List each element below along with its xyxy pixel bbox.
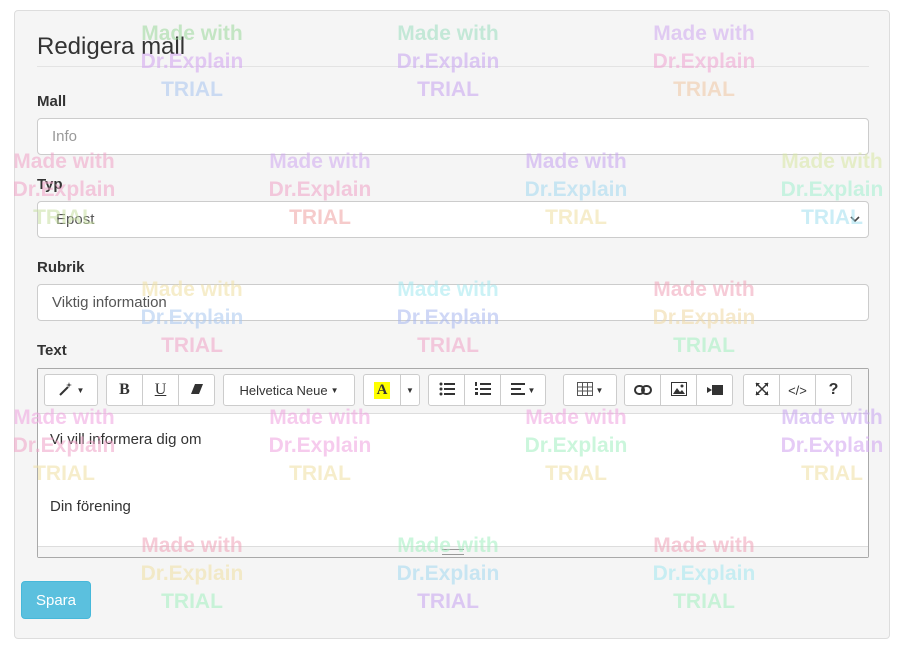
ordered-list-icon <box>474 381 491 399</box>
style-group: ▼ <box>44 374 98 406</box>
help-button[interactable]: ? <box>815 374 852 406</box>
fullscreen-icon <box>754 381 769 399</box>
video-icon <box>706 382 723 398</box>
eraser-button[interactable] <box>178 374 215 406</box>
save-button[interactable]: Spara <box>21 581 91 619</box>
font-color-button[interactable]: A <box>363 374 401 406</box>
rich-text-editor[interactable]: ▼ B U Helvetica Neue ▼ A ▼ ▼ ▼ </> ? Vi … <box>37 368 869 558</box>
code-view-icon: </> <box>788 382 807 398</box>
type-select[interactable]: Epost <box>37 201 869 238</box>
unordered-list-icon <box>439 382 455 399</box>
help-icon: ? <box>828 381 839 398</box>
align-icon <box>510 382 525 398</box>
resize-grip-icon[interactable] <box>442 549 464 555</box>
table-icon <box>576 381 593 399</box>
picture-icon <box>670 381 687 399</box>
template-input[interactable]: Info <box>37 118 869 155</box>
bold-icon: B <box>119 381 130 398</box>
fullscreen-button[interactable] <box>743 374 780 406</box>
link-icon <box>633 382 652 398</box>
table-button[interactable]: ▼ <box>563 374 617 406</box>
magic-wand-button[interactable]: ▼ <box>44 374 98 406</box>
eraser-icon <box>190 382 204 398</box>
edit-template-panel: Redigera mall Mall Info Typ Epost Rubrik… <box>14 10 890 639</box>
paragraph-group: ▼ <box>428 374 546 406</box>
font-name-value: Helvetica Neue <box>239 382 328 398</box>
table-group: ▼ <box>563 374 617 406</box>
ordered-list-button[interactable] <box>464 374 501 406</box>
magic-wand-icon <box>58 381 74 400</box>
format-group: B U <box>106 374 215 406</box>
font-color-icon: A <box>373 381 391 399</box>
insert-group <box>624 374 733 406</box>
unordered-list-button[interactable] <box>428 374 465 406</box>
chevron-down-icon <box>850 202 860 237</box>
bold-button[interactable]: B <box>106 374 143 406</box>
subject-input[interactable]: Viktig information <box>37 284 869 321</box>
underline-icon: U <box>154 381 167 398</box>
page-title: Redigera mall <box>37 33 186 60</box>
title-divider <box>37 66 869 67</box>
font-group: Helvetica Neue ▼ <box>223 374 355 406</box>
video-button[interactable] <box>696 374 733 406</box>
subject-label: Rubrik <box>37 259 85 276</box>
misc-group: </> ? <box>743 374 852 406</box>
editor-resize-bar[interactable] <box>38 546 868 557</box>
color-group: A ▼ <box>363 374 420 406</box>
content-line: Vi vill informera dig om <box>50 431 202 448</box>
font-name-dropdown[interactable]: Helvetica Neue ▼ <box>223 374 355 406</box>
type-select-value: Epost <box>56 211 95 228</box>
editor-toolbar: ▼ B U Helvetica Neue ▼ A ▼ ▼ ▼ </> ? <box>38 369 868 414</box>
template-label: Mall <box>37 93 67 110</box>
picture-button[interactable] <box>660 374 697 406</box>
link-button[interactable] <box>624 374 661 406</box>
align-button[interactable]: ▼ <box>500 374 546 406</box>
font-color-dropdown[interactable]: ▼ <box>400 374 420 406</box>
content-line: Din förening <box>50 498 131 515</box>
text-label: Text <box>37 342 67 359</box>
editor-content[interactable]: Vi vill informera dig om Din förening <box>50 431 201 515</box>
underline-button[interactable]: U <box>142 374 179 406</box>
code-view-button[interactable]: </> <box>779 374 816 406</box>
type-label: Typ <box>37 176 63 193</box>
